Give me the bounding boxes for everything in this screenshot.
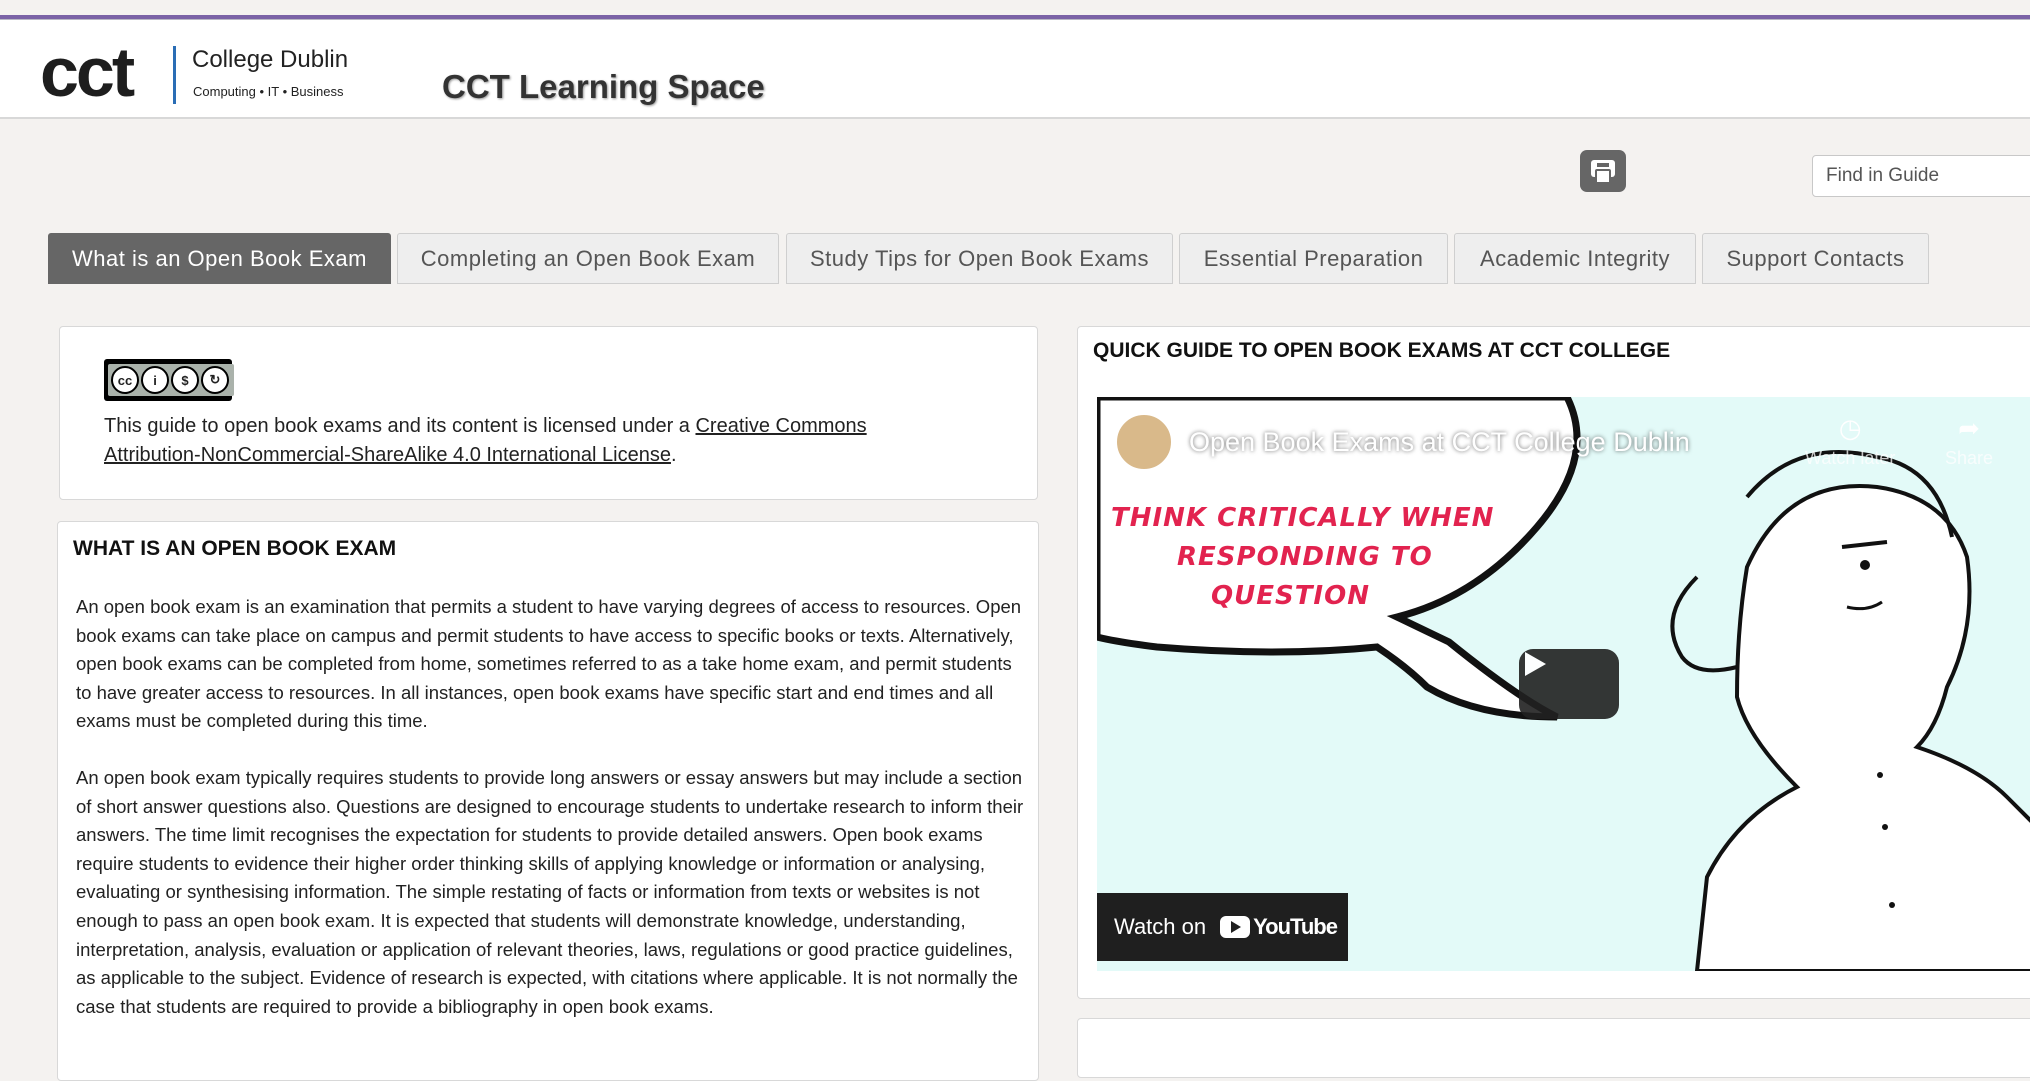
sharealike-icon: ↻: [201, 366, 229, 394]
cc-badge-icons: cc i $ ↻: [108, 364, 234, 396]
tab-what-is-an-open-book-exam[interactable]: What is an Open Book Exam: [48, 233, 391, 284]
play-button[interactable]: [1519, 649, 1619, 719]
cc-icon: cc: [111, 366, 139, 394]
license-statement: This guide to open book exams and its co…: [104, 412, 964, 470]
youtube-wordmark: YouTube: [1253, 914, 1338, 939]
watch-on-youtube-button[interactable]: Watch on YouTube: [1097, 893, 1348, 961]
logo-divider: [173, 46, 176, 104]
paragraph-1: An open book exam is an examination that…: [76, 596, 1022, 732]
what-is-box: WHAT IS AN OPEN BOOK EXAM An open book e…: [57, 521, 1039, 1081]
bubble-text-line-1: THINK CRITICALLY WHEN: [1111, 503, 1495, 533]
play-icon: [1525, 652, 1546, 676]
youtube-video-player[interactable]: Open Book Exams at CCT College Dublin ◷ …: [1097, 397, 2030, 971]
logo-tagline: Computing • IT • Business: [193, 84, 344, 99]
section-heading: QUICK GUIDE TO OPEN BOOK EXAMS AT CCT CO…: [1093, 339, 1671, 362]
video-title[interactable]: Open Book Exams at CCT College Dublin: [1189, 427, 1690, 458]
tab-essential-preparation[interactable]: Essential Preparation: [1179, 233, 1448, 284]
section-heading: WHAT IS AN OPEN BOOK EXAM: [73, 537, 397, 560]
tab-academic-integrity[interactable]: Academic Integrity: [1454, 233, 1696, 284]
license-box: cc i $ ↻ This guide to open book exams a…: [59, 326, 1038, 500]
tab-study-tips[interactable]: Study Tips for Open Book Exams: [786, 233, 1173, 284]
attribution-icon: i: [141, 366, 169, 394]
watch-later-label: Watch later: [1805, 448, 1896, 468]
logo-wordmark: cct: [40, 33, 135, 111]
print-icon: [1591, 160, 1615, 184]
share-label: Share: [1945, 448, 1994, 468]
watch-on-label: Watch on: [1114, 914, 1207, 939]
next-content-box: [1077, 1018, 2030, 1078]
youtube-play-icon: [1220, 916, 1251, 938]
site-header: cct College Dublin Computing • IT • Busi…: [0, 20, 2030, 119]
channel-avatar[interactable]: [1115, 413, 1173, 471]
license-text: This guide to open book exams and its co…: [104, 415, 696, 437]
find-in-guide-input[interactable]: [1812, 155, 2030, 197]
site-title[interactable]: CCT Learning Space: [442, 68, 765, 106]
youtube-logo: YouTube: [1220, 914, 1338, 940]
noncommercial-icon: $: [171, 366, 199, 394]
license-text-end: .: [670, 444, 677, 466]
watch-later-button[interactable]: ◷ Watch later: [1805, 413, 1895, 469]
share-button[interactable]: ➦ Share: [1945, 413, 1993, 469]
clock-icon: ◷: [1838, 413, 1862, 443]
bubble-text-line-3: QUESTION: [1211, 581, 1370, 611]
logo-college-name: College Dublin: [192, 46, 349, 73]
tab-support-contacts[interactable]: Support Contacts: [1702, 233, 1929, 284]
cc-license-badge[interactable]: cc i $ ↻: [104, 359, 234, 401]
paragraph-2: An open book exam typically requires stu…: [76, 767, 1024, 1017]
tab-completing-an-open-book-exam[interactable]: Completing an Open Book Exam: [397, 233, 779, 284]
bubble-text-line-2: RESPONDING TO: [1177, 542, 1433, 572]
print-button[interactable]: [1580, 150, 1626, 192]
share-icon: ➦: [1958, 413, 1980, 443]
